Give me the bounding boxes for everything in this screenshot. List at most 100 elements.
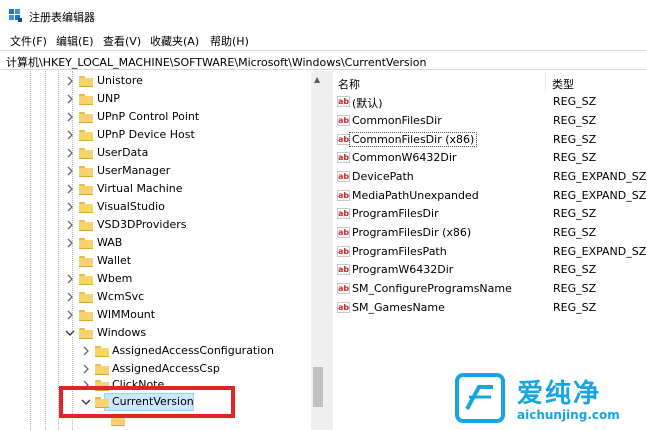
value-name: (默认) xyxy=(352,97,383,110)
column-divider[interactable] xyxy=(545,73,546,91)
value-type: REG_SZ xyxy=(553,133,597,146)
chevron-right-icon[interactable] xyxy=(64,111,76,123)
chevron-right-icon[interactable] xyxy=(64,309,76,321)
tree-item-wallet[interactable]: Wallet xyxy=(0,252,310,270)
tree-item-wcmsvc[interactable]: WcmSvc xyxy=(0,288,310,306)
menu-edit[interactable]: 编辑(E) xyxy=(54,33,96,49)
scroll-up-arrow-icon[interactable]: ▲ xyxy=(314,75,320,84)
value-row[interactable]: ab (默认) REG_SZ xyxy=(333,93,647,111)
tree-item-userdata[interactable]: UserData xyxy=(0,144,310,162)
scroll-thumb[interactable] xyxy=(313,367,323,407)
tree-item-label: UPnP Control Point xyxy=(97,110,200,123)
value-name: CommonFilesDir (x86) xyxy=(348,132,478,147)
chevron-right-icon[interactable] xyxy=(80,363,92,375)
value-row[interactable]: ab SM_ConfigureProgramsName REG_SZ xyxy=(333,280,647,298)
value-row[interactable]: ab ProgramFilesDir REG_SZ xyxy=(333,205,647,223)
value-row[interactable]: ab CommonFilesDir (x86) REG_SZ xyxy=(333,131,647,149)
column-header-type[interactable]: 类型 xyxy=(552,76,574,92)
tree-item-label: UNP xyxy=(97,92,120,105)
chevron-right-icon[interactable] xyxy=(64,219,76,231)
value-type: REG_SZ xyxy=(553,114,597,127)
tree-item-assignedaccessconfiguration[interactable]: AssignedAccessConfiguration xyxy=(0,342,310,360)
chevron-right-icon[interactable] xyxy=(64,183,76,195)
value-name: SM_ConfigureProgramsName xyxy=(352,282,512,295)
value-name: MediaPathUnexpanded xyxy=(352,189,479,202)
string-value-icon: ab xyxy=(337,134,350,145)
tree-item-label: UPnP Device Host xyxy=(97,128,195,141)
tree-item-label: UserManager xyxy=(97,164,171,177)
string-value-icon: ab xyxy=(337,264,350,275)
chevron-right-icon[interactable] xyxy=(64,75,76,87)
watermark-logo-icon xyxy=(455,373,505,423)
tree-item-upnp-control-point[interactable]: UPnP Control Point xyxy=(0,108,310,126)
folder-icon xyxy=(79,166,93,177)
folder-icon xyxy=(95,346,109,357)
chevron-down-icon[interactable] xyxy=(64,327,76,339)
tree-item-unp[interactable]: UNP xyxy=(0,90,310,108)
value-row[interactable]: ab ProgramFilesDir (x86) REG_SZ xyxy=(333,224,647,242)
value-row[interactable]: ab CommonFilesDir REG_SZ xyxy=(333,112,647,130)
tree-item-vsd3dproviders[interactable]: VSD3DProviders xyxy=(0,216,310,234)
value-type: REG_EXPAND_SZ xyxy=(553,170,647,183)
tree-item-label: Unistore xyxy=(97,74,143,87)
tree-item-virtual-machine[interactable]: Virtual Machine xyxy=(0,180,310,198)
value-row[interactable]: ab ProgramW6432Dir REG_SZ xyxy=(333,261,647,279)
watermark-subtitle: aichunjing.com xyxy=(517,408,620,422)
value-name: ProgramFilesDir xyxy=(352,207,439,220)
chevron-right-icon[interactable] xyxy=(64,165,76,177)
folder-icon xyxy=(79,94,93,105)
value-type: REG_EXPAND_SZ xyxy=(553,189,647,202)
tree-item-wab[interactable]: WAB xyxy=(0,234,310,252)
address-bar[interactable]: 计算机\HKEY_LOCAL_MACHINE\SOFTWARE\Microsof… xyxy=(0,50,647,70)
window-title: 注册表编辑器 xyxy=(29,11,95,24)
value-row[interactable]: ab DevicePath REG_EXPAND_SZ xyxy=(333,168,647,186)
menu-file[interactable]: 文件(F) xyxy=(8,33,49,49)
string-value-icon: ab xyxy=(337,208,350,219)
tree-item-upnp-device-host[interactable]: UPnP Device Host xyxy=(0,126,310,144)
value-row[interactable]: ab MediaPathUnexpanded REG_EXPAND_SZ xyxy=(333,187,647,205)
value-type: REG_EXPAND_SZ xyxy=(553,245,647,258)
folder-icon xyxy=(79,184,93,195)
tree-item-windows[interactable]: Windows xyxy=(0,324,310,342)
watermark: 爱纯净 aichunjing.com xyxy=(447,367,647,430)
registry-editor-icon xyxy=(9,9,22,22)
chevron-right-icon[interactable] xyxy=(64,129,76,141)
address-path[interactable]: 计算机\HKEY_LOCAL_MACHINE\SOFTWARE\Microsof… xyxy=(6,54,426,70)
value-row[interactable]: ab CommonW6432Dir REG_SZ xyxy=(333,149,647,167)
folder-icon xyxy=(79,202,93,213)
menu-view[interactable]: 查看(V) xyxy=(101,33,143,49)
string-value-icon: ab xyxy=(337,246,350,257)
value-type: REG_SZ xyxy=(553,95,597,108)
string-value-icon: ab xyxy=(337,227,350,238)
value-name: ProgramFilesDir (x86) xyxy=(352,226,472,239)
menu-favorites[interactable]: 收藏夹(A) xyxy=(148,33,201,49)
value-type: REG_SZ xyxy=(553,151,597,164)
chevron-right-icon[interactable] xyxy=(64,291,76,303)
folder-icon xyxy=(79,238,93,249)
tree-item-wimmount[interactable]: WIMMount xyxy=(0,306,310,324)
chevron-right-icon[interactable] xyxy=(64,237,76,249)
column-header-name[interactable]: 名称 xyxy=(338,76,360,92)
tree-item-label: AssignedAccessConfiguration xyxy=(112,344,275,357)
string-value-icon: ab xyxy=(337,96,350,107)
tree-item-label: WAB xyxy=(97,236,123,249)
menu-help[interactable]: 帮助(H) xyxy=(208,33,251,49)
tree-item-wbem[interactable]: Wbem xyxy=(0,270,310,288)
chevron-right-icon[interactable] xyxy=(64,93,76,105)
list-header: 名称 类型 xyxy=(333,71,647,93)
tree-item-visualstudio[interactable]: VisualStudio xyxy=(0,198,310,216)
folder-icon xyxy=(95,364,109,375)
chevron-right-icon[interactable] xyxy=(64,201,76,213)
pane-splitter[interactable] xyxy=(325,71,333,430)
value-row[interactable]: ab SM_GamesName REG_SZ xyxy=(333,299,647,317)
tree-item-label: AssignedAccessCsp xyxy=(112,362,220,375)
folder-icon xyxy=(79,148,93,159)
chevron-right-icon[interactable] xyxy=(64,147,76,159)
folder-icon xyxy=(79,112,93,123)
value-row[interactable]: ab ProgramFilesPath REG_EXPAND_SZ xyxy=(333,243,647,261)
tree-item-unistore[interactable]: Unistore xyxy=(0,72,310,90)
chevron-right-icon[interactable] xyxy=(80,345,92,357)
tree-scrollbar[interactable]: ▲ xyxy=(311,71,325,430)
tree-item-usermanager[interactable]: UserManager xyxy=(0,162,310,180)
chevron-right-icon[interactable] xyxy=(64,273,76,285)
